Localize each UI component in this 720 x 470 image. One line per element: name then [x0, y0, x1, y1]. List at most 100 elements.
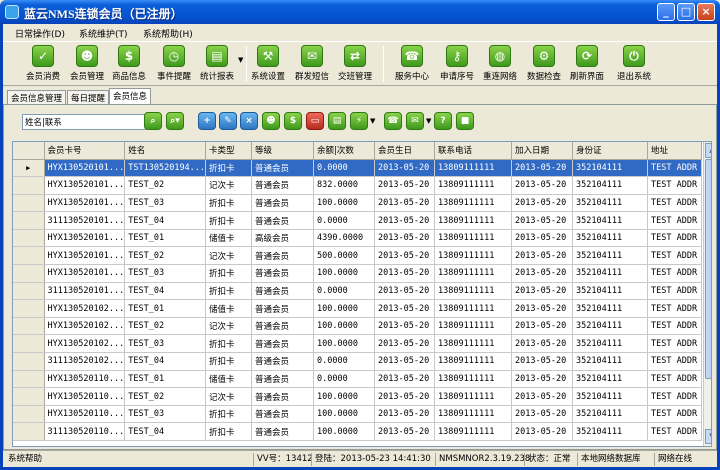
table-cell[interactable]: 0.0000	[313, 159, 376, 178]
table-cell[interactable]: TEST ADDR	[647, 352, 703, 371]
member-consume-button[interactable]: ✓ 会员消费	[21, 45, 65, 82]
table-cell[interactable]: TEST ADDR	[647, 422, 703, 441]
table-cell[interactable]: 2013-05-20	[511, 246, 574, 266]
chart-button[interactable]: ▤	[328, 112, 346, 130]
table-cell[interactable]: 311130520110...	[44, 422, 126, 441]
table-cell[interactable]: 13809111111	[434, 159, 513, 178]
table-cell[interactable]: 折扣卡	[205, 264, 253, 283]
stop-button[interactable]: ■	[456, 112, 474, 130]
table-cell[interactable]: TEST_02	[124, 176, 207, 195]
table-cell[interactable]: HYX130520101...	[44, 194, 126, 213]
card-button[interactable]: ▭	[306, 112, 324, 130]
table-cell[interactable]: 352104111	[572, 194, 649, 213]
table-cell[interactable]: 普通会员	[251, 176, 315, 195]
table-cell[interactable]: HYX130520101...	[44, 159, 126, 178]
quick-dropdown-arrow-icon[interactable]: ▼	[370, 117, 375, 125]
table-cell[interactable]: TEST_04	[124, 211, 207, 230]
table-cell[interactable]: 100.0000	[313, 194, 376, 213]
tab-member-info[interactable]: 会员信息	[109, 88, 152, 104]
table-cell[interactable]: 352104111	[572, 370, 649, 389]
table-cell[interactable]: 0.0000	[313, 370, 376, 389]
title-bar[interactable]: 蓝云NMS连锁会员（已注册） _ □ ×	[0, 0, 720, 24]
help-button[interactable]: ?	[434, 112, 452, 130]
table-cell[interactable]: 311130520101...	[44, 282, 126, 301]
table-cell[interactable]: HYX130520102...	[44, 317, 126, 336]
table-cell[interactable]: 352104111	[572, 246, 649, 266]
row-header[interactable]	[13, 299, 45, 318]
menu-system-maintenance[interactable]: 系统维护(T)	[79, 27, 128, 40]
table-cell[interactable]: 13809111111	[434, 176, 513, 195]
table-cell[interactable]: 13809111111	[434, 352, 513, 371]
refresh-button[interactable]: ⟳ 刷新界面	[565, 45, 609, 82]
row-header[interactable]	[13, 264, 45, 283]
table-cell[interactable]: TEST ADDR	[647, 176, 703, 195]
table-cell[interactable]: 2013-05-20	[511, 159, 574, 178]
statistics-report-button[interactable]: ▤ 统计报表	[195, 45, 239, 82]
table-cell[interactable]: 0.0000	[313, 211, 376, 230]
system-settings-button[interactable]: ⚒ 系统设置	[246, 45, 290, 82]
column-header[interactable]: 加入日期	[511, 142, 574, 160]
table-cell[interactable]: TEST ADDR	[647, 211, 703, 230]
apply-serial-button[interactable]: ⚷ 申请序号	[435, 45, 479, 82]
scroll-down-arrow-icon[interactable]: ▼	[705, 429, 711, 444]
table-cell[interactable]: 100.0000	[313, 405, 376, 424]
table-cell[interactable]: 13809111111	[434, 405, 513, 424]
scroll-up-arrow-icon[interactable]: ▲	[705, 143, 711, 158]
table-cell[interactable]: 13809111111	[434, 387, 513, 406]
table-row[interactable]: HYX130520102... TEST_01 储值卡 普通会员 100.0000 201…	[13, 299, 703, 318]
table-cell[interactable]: TEST ADDR	[647, 159, 703, 178]
scrollbar-thumb[interactable]	[705, 159, 711, 379]
column-header[interactable]: 姓名	[124, 142, 207, 160]
table-cell[interactable]: 普通会员	[251, 246, 315, 266]
table-cell[interactable]: 2013-05-20	[374, 317, 436, 336]
table-cell[interactable]: 100.0000	[313, 264, 376, 283]
table-cell[interactable]: 折扣卡	[205, 282, 253, 301]
table-cell[interactable]: 13809111111	[434, 246, 513, 266]
table-cell[interactable]: 352104111	[572, 159, 649, 178]
table-cell[interactable]: 2013-05-20	[511, 334, 574, 354]
table-cell[interactable]: 储值卡	[205, 229, 253, 248]
table-cell[interactable]: 普通会员	[251, 282, 315, 301]
table-cell[interactable]: 2013-05-20	[511, 299, 574, 318]
table-row[interactable]: HYX130520110... TEST_02 记次卡 普通会员 100.0000 201…	[13, 387, 703, 406]
table-cell[interactable]: TEST ADDR	[647, 264, 703, 283]
table-cell[interactable]: 折扣卡	[205, 405, 253, 424]
table-cell[interactable]: 2013-05-20	[374, 370, 436, 389]
table-cell[interactable]: TST130520194...	[124, 159, 207, 178]
shift-manage-button[interactable]: ⇄ 交班管理	[333, 45, 377, 82]
table-cell[interactable]: TEST_03	[124, 334, 207, 354]
maximize-button[interactable]: □	[677, 3, 695, 21]
table-cell[interactable]: 352104111	[572, 211, 649, 230]
table-cell[interactable]: 100.0000	[313, 334, 376, 354]
table-cell[interactable]: TEST_03	[124, 264, 207, 283]
mail-button[interactable]: ✉	[406, 112, 424, 130]
table-cell[interactable]: 普通会员	[251, 299, 315, 318]
table-cell[interactable]: 2013-05-20	[374, 211, 436, 230]
table-cell[interactable]: 13809111111	[434, 264, 513, 283]
table-cell[interactable]: 100.0000	[313, 317, 376, 336]
row-header[interactable]	[13, 176, 45, 195]
tab-member-info-manage[interactable]: 会员信息管理	[7, 90, 67, 104]
table-cell[interactable]: 352104111	[572, 352, 649, 371]
table-cell[interactable]: 普通会员	[251, 264, 315, 283]
table-cell[interactable]: 352104111	[572, 282, 649, 301]
member-manage-button[interactable]: ☻ 会员管理	[65, 45, 109, 82]
table-cell[interactable]: TEST_03	[124, 405, 207, 424]
edit-member-button[interactable]: ✎	[219, 112, 237, 130]
table-row[interactable]: HYX130520101... TEST_03 折扣卡 普通会员 100.0000 201…	[13, 264, 703, 283]
table-cell[interactable]: 折扣卡	[205, 211, 253, 230]
table-cell[interactable]: 2013-05-20	[511, 422, 574, 441]
table-cell[interactable]: 352104111	[572, 229, 649, 248]
table-cell[interactable]: TEST_04	[124, 352, 207, 371]
table-cell[interactable]: HYX130520101...	[44, 176, 126, 195]
event-reminder-button[interactable]: ◷ 事件提醒	[152, 45, 196, 82]
table-cell[interactable]: 100.0000	[313, 299, 376, 318]
table-cell[interactable]: 352104111	[572, 176, 649, 195]
table-cell[interactable]: 2013-05-20	[511, 405, 574, 424]
table-cell[interactable]: 13809111111	[434, 422, 513, 441]
table-cell[interactable]: 2013-05-20	[374, 264, 436, 283]
table-cell[interactable]: 0.0000	[313, 352, 376, 371]
search-options-button[interactable]: ⌕▾	[166, 112, 184, 130]
column-header[interactable]: 联系电话	[434, 142, 513, 160]
table-cell[interactable]: 高级会员	[251, 229, 315, 248]
